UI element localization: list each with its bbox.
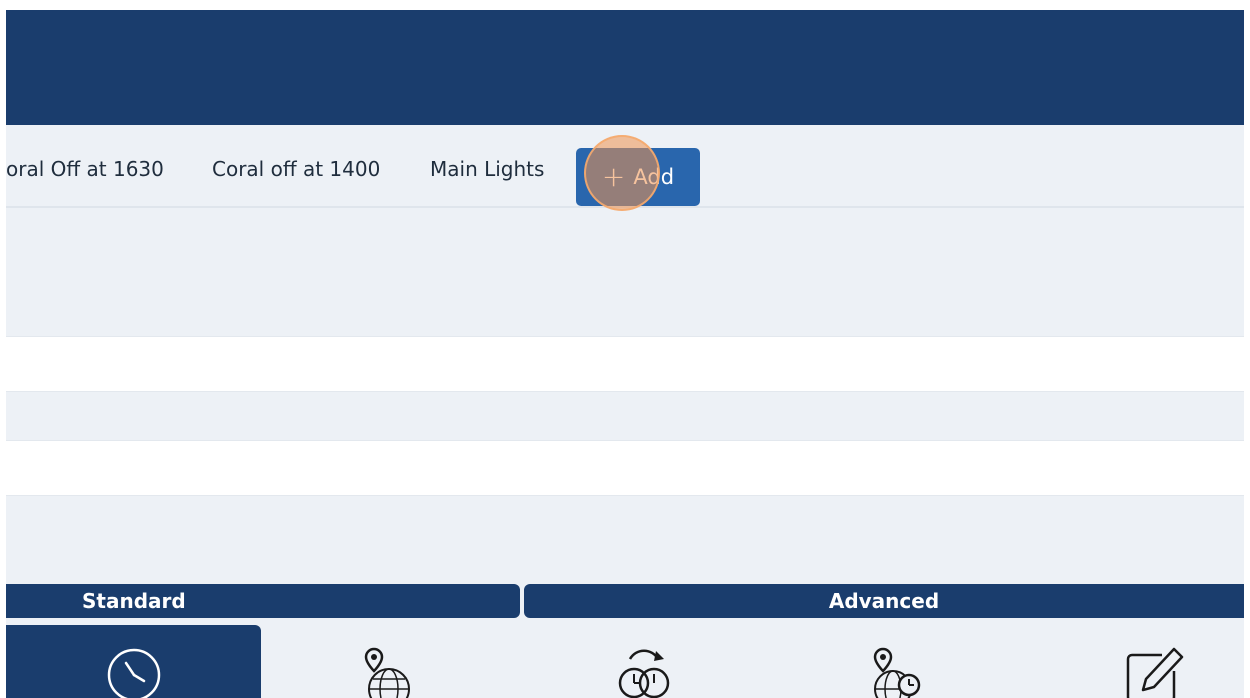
section-standard-header: Standard xyxy=(6,584,520,618)
edit-icon xyxy=(1126,647,1183,698)
section-standard-label: Standard xyxy=(82,589,186,613)
mode-clock-button[interactable] xyxy=(6,625,261,698)
plus-icon: + xyxy=(601,160,626,193)
mode-location-button[interactable] xyxy=(261,625,516,698)
location-globe-icon xyxy=(364,647,410,698)
add-schedule-button[interactable]: + Add xyxy=(576,148,700,206)
tab-divider xyxy=(6,206,1244,208)
mode-timer-button[interactable] xyxy=(516,625,771,698)
section-advanced-header: Advanced xyxy=(524,584,1244,618)
tab-main-lights[interactable]: Main Lights xyxy=(430,157,544,181)
tab-coral-off-1400[interactable]: Coral off at 1400 xyxy=(212,157,380,181)
timer-clock-icon xyxy=(618,649,669,698)
list-row[interactable] xyxy=(6,440,1244,496)
app-frame: oral Off at 1630 Coral off at 1400 Main … xyxy=(6,10,1244,698)
clock-icon xyxy=(107,648,160,698)
mode-custom-button[interactable] xyxy=(1026,625,1244,698)
location-globe-clock-icon xyxy=(873,647,920,698)
section-advanced-label: Advanced xyxy=(828,589,940,613)
app-header xyxy=(6,10,1244,125)
tab-coral-off-1630[interactable]: oral Off at 1630 xyxy=(6,157,164,181)
list-row[interactable] xyxy=(6,336,1244,392)
mode-location-timer-button[interactable] xyxy=(771,625,1026,698)
add-button-label: Add xyxy=(633,165,675,189)
